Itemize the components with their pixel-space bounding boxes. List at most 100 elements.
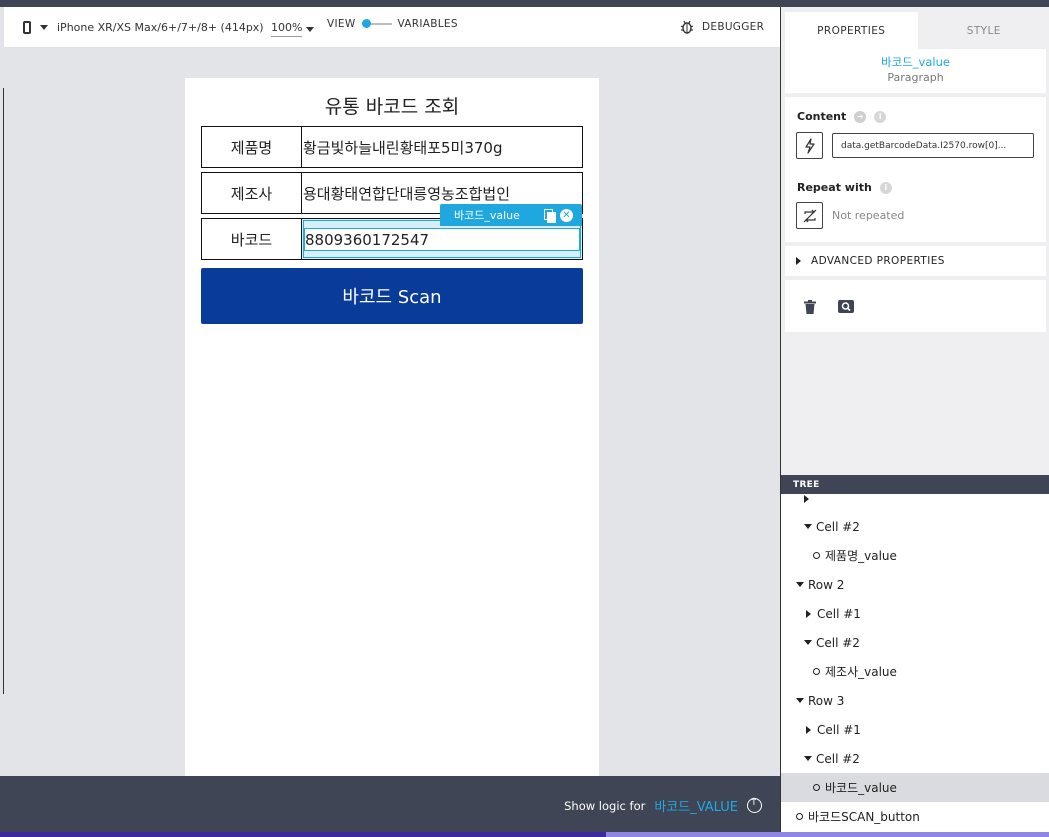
phone-icon [23, 21, 31, 34]
tree-item-label: 바코드SCAN_button [808, 810, 920, 824]
device-label: iPhone XR/XS Max/6+/7+/8+ (414px) [57, 21, 264, 34]
chevron-down-icon [40, 25, 48, 30]
bottom-strip [0, 832, 606, 837]
element-name[interactable]: 바코드_value [785, 54, 1046, 70]
tree-item-partial [781, 494, 1049, 513]
element-type: Paragraph [887, 71, 944, 84]
toggle-switch[interactable] [361, 19, 392, 28]
product-name-value[interactable]: 황금빛하늘내린황태포5미370g [302, 127, 582, 167]
variables-label: VARIABLES [397, 18, 458, 30]
chevron-right-icon[interactable] [806, 609, 811, 618]
table-row[interactable]: 제품명 황금빛하늘내린황태포5미370g [201, 126, 583, 168]
info-icon[interactable]: i [879, 181, 892, 194]
tree-item[interactable]: Cell #2 [781, 628, 1049, 657]
tree-item-label: Row 3 [808, 693, 845, 708]
close-icon[interactable]: ✕ [560, 208, 573, 222]
tree-header: TREE [781, 475, 1049, 494]
tree-item-label: Cell #1 [817, 722, 861, 737]
element-header: 바코드_value Paragraph [785, 49, 1046, 93]
barcode-value[interactable]: 8809360172547 [304, 228, 580, 251]
trash-icon[interactable] [804, 300, 816, 314]
show-logic-label: Show logic for [564, 798, 646, 813]
tree-item-label: Cell #1 [817, 606, 861, 621]
barcode-scan-button[interactable]: 바코드 Scan [201, 268, 583, 324]
search-icon[interactable] [838, 300, 854, 313]
chevron-down-icon[interactable] [804, 640, 812, 645]
element-tree[interactable]: Cell #2 제품명_value Row 2 Cell #1 Cell #2 … [781, 494, 1049, 832]
row-label[interactable]: 바코드 [202, 219, 302, 259]
zoom-selector[interactable]: 100% [271, 21, 315, 37]
top-strip [0, 0, 1049, 7]
selection-tag[interactable]: 바코드_value ✕ [440, 204, 582, 226]
chevron-down-icon[interactable] [804, 756, 812, 761]
repeat-label: Repeat with [797, 181, 872, 194]
tree-item[interactable]: 제품명_value [781, 541, 1049, 570]
bug-icon [680, 20, 694, 34]
repeat-label-row: Repeat with i [797, 181, 892, 194]
tree-item[interactable]: 제조사_value [781, 657, 1049, 686]
repeat-button[interactable] [796, 202, 823, 229]
debugger-button[interactable]: DEBUGGER [680, 20, 764, 34]
selection-tag-label: 바코드_value [454, 209, 520, 222]
chevron-right-icon [796, 257, 801, 265]
device-selector[interactable]: iPhone XR/XS Max/6+/7+/8+ (414px) [23, 21, 264, 34]
phone-canvas[interactable]: 유통 바코드 조회 제품명 황금빛하늘내린황태포5미370g 제조사 용대황태연… [185, 78, 599, 776]
chevron-right-icon [804, 494, 809, 503]
show-logic-control[interactable]: Show logic for 바코드_VALUE [564, 796, 762, 815]
info-icon[interactable]: i [874, 110, 887, 123]
properties-panel: PROPERTIES STYLE 바코드_value Paragraph Con… [780, 7, 1049, 832]
tree-item[interactable]: Cell #2 [781, 744, 1049, 773]
tree-item[interactable]: Row 2 [781, 570, 1049, 599]
tree-item[interactable]: Cell #1 [781, 599, 1049, 628]
chevron-down-icon [306, 26, 315, 32]
element-actions [785, 280, 1046, 332]
chevron-down-icon[interactable] [796, 698, 804, 703]
chevron-right-icon[interactable] [806, 725, 811, 734]
repeat-value: Not repeated [832, 209, 905, 222]
content-label-row: Content ➔ i [797, 110, 887, 123]
editor-toolbar: iPhone XR/XS Max/6+/7+/8+ (414px) 100% V… [4, 7, 780, 48]
tree-item-label: Cell #2 [816, 519, 860, 534]
arrow-right-icon[interactable]: ➔ [854, 110, 867, 123]
zoom-label: 100% [271, 21, 303, 37]
circle-icon [813, 668, 820, 675]
tree-item-selected[interactable]: 바코드_value [781, 773, 1049, 802]
tab-style[interactable]: STYLE [918, 12, 1049, 49]
copy-icon[interactable] [544, 209, 556, 223]
circle-icon [813, 552, 820, 559]
circle-icon [796, 813, 803, 820]
tree-item-label: 바코드_value [825, 781, 897, 795]
show-logic-var: 바코드_VALUE [654, 800, 738, 815]
tree-item-label: Cell #2 [816, 635, 860, 650]
advanced-properties-toggle[interactable]: ADVANCED PROPERTIES [785, 246, 1046, 276]
repeat-icon [803, 209, 816, 222]
view-variables-toggle[interactable]: VIEW VARIABLES [327, 18, 458, 30]
view-label: VIEW [327, 18, 356, 30]
tree-item[interactable]: Cell #1 [781, 715, 1049, 744]
tree-item-label: Row 2 [808, 577, 845, 592]
tree-item-label: Cell #2 [816, 751, 860, 766]
chevron-down-icon[interactable] [796, 582, 804, 587]
content-label: Content [797, 110, 847, 123]
tree-item[interactable]: Row 3 [781, 686, 1049, 715]
circle-icon [813, 784, 820, 791]
row-label[interactable]: 제품명 [202, 127, 302, 167]
panel-tabs: PROPERTIES STYLE [785, 12, 1049, 49]
chevron-down-icon[interactable] [804, 524, 812, 529]
content-section: Content ➔ i data.getBarcodeData.I2570.ro… [785, 97, 1046, 242]
app-title[interactable]: 유통 바코드 조회 [185, 92, 599, 119]
tree-item[interactable]: Cell #2 [781, 512, 1049, 541]
bolt-icon [804, 137, 815, 154]
tab-properties[interactable]: PROPERTIES [785, 12, 918, 49]
tree-item[interactable]: 바코드SCAN_button [781, 802, 1049, 831]
binding-field[interactable]: data.getBarcodeData.I2570.row[0]... [832, 133, 1034, 158]
tree-item-label: 제품명_value [825, 549, 897, 563]
canvas-edge [3, 88, 4, 694]
bolt-button[interactable] [796, 132, 823, 159]
debugger-label: DEBUGGER [702, 21, 765, 33]
row-label[interactable]: 제조사 [202, 173, 302, 213]
arrow-up-icon[interactable] [747, 797, 762, 813]
bottom-strip-light [606, 832, 1049, 837]
logic-bar: Show logic for 바코드_VALUE [0, 776, 780, 832]
tree-item-label: 제조사_value [825, 665, 897, 679]
